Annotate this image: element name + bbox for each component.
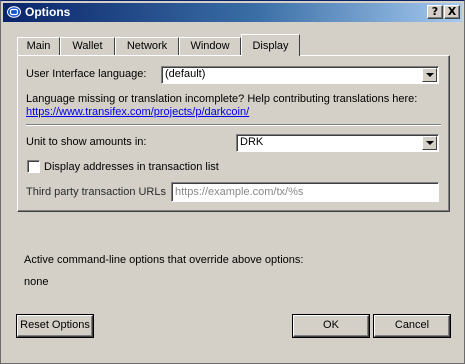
- divider: [26, 124, 441, 126]
- tab-network[interactable]: Network: [115, 37, 179, 55]
- display-tab-panel: User Interface language: (default) Langu…: [17, 55, 450, 212]
- tab-wallet-label: Wallet: [72, 40, 103, 52]
- third-party-urls-label: Third party transaction URLs: [26, 186, 166, 198]
- chevron-down-icon[interactable]: [422, 68, 437, 82]
- language-label: User Interface language:: [26, 68, 147, 80]
- tab-wallet[interactable]: Wallet: [60, 37, 115, 55]
- language-select-value: (default): [165, 68, 206, 80]
- cancel-button[interactable]: Cancel: [374, 315, 450, 337]
- third-party-urls-input[interactable]: [171, 182, 439, 202]
- close-button[interactable]: X: [444, 5, 460, 19]
- tab-display[interactable]: Display: [241, 34, 300, 56]
- unit-label: Unit to show amounts in:: [26, 136, 147, 148]
- override-options-label: Active command-line options that overrid…: [24, 254, 304, 266]
- tab-window-label: Window: [190, 40, 230, 52]
- window-title: Options: [25, 5, 71, 19]
- language-select[interactable]: (default): [161, 66, 439, 84]
- ok-button[interactable]: OK: [293, 315, 369, 337]
- tab-window[interactable]: Window: [179, 37, 241, 55]
- options-dialog: Options ? X Main Wallet Network Window D…: [0, 0, 465, 364]
- tab-main[interactable]: Main: [17, 37, 60, 55]
- chevron-down-icon[interactable]: [422, 136, 437, 150]
- help-button[interactable]: ?: [427, 5, 443, 19]
- tab-network-label: Network: [126, 40, 168, 52]
- reset-options-button[interactable]: Reset Options: [17, 315, 93, 337]
- tab-display-label: Display: [252, 40, 289, 52]
- tab-main-label: Main: [26, 40, 51, 52]
- override-options-value: none: [24, 276, 49, 288]
- translation-note: Language missing or translation incomple…: [26, 93, 418, 105]
- show-addresses-label: Display addresses in transaction list: [44, 161, 219, 173]
- transifex-link[interactable]: https://www.transifex.com/projects/p/dar…: [26, 106, 249, 118]
- darkcoin-logo-icon: [7, 6, 21, 18]
- show-addresses-checkbox[interactable]: [27, 160, 40, 173]
- unit-select[interactable]: DRK: [236, 134, 439, 152]
- unit-select-value: DRK: [240, 136, 264, 148]
- title-bar: Options ? X: [3, 3, 462, 22]
